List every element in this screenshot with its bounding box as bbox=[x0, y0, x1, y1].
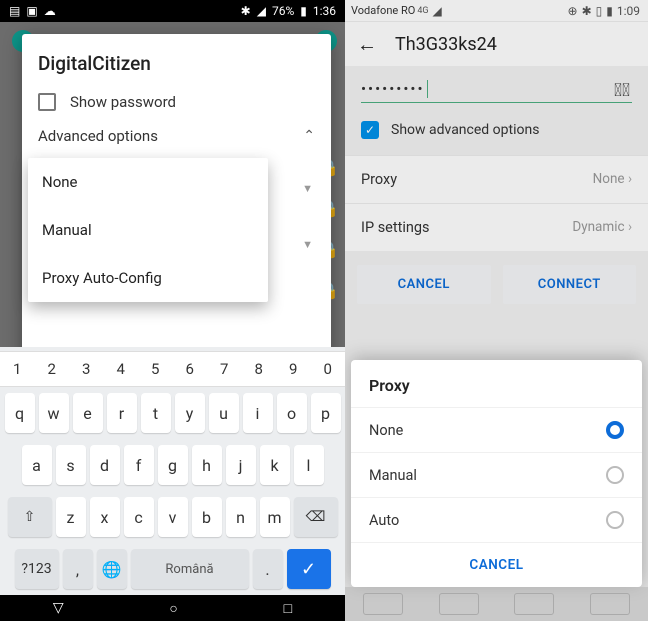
nav-bar[interactable] bbox=[345, 587, 648, 621]
key-9[interactable]: 9 bbox=[276, 352, 311, 386]
shift-key[interactable]: ⇧ bbox=[8, 497, 52, 537]
battery-pct: 76% bbox=[272, 4, 294, 18]
clock: 1:36 bbox=[313, 4, 336, 18]
period-key[interactable]: . bbox=[253, 549, 283, 589]
dropdown-option-pac[interactable]: Proxy Auto-Config bbox=[28, 254, 268, 302]
checkbox-icon[interactable] bbox=[38, 93, 56, 111]
show-password-label: Show password bbox=[70, 93, 176, 111]
dropdown-option-manual[interactable]: Manual bbox=[28, 206, 268, 254]
key-a[interactable]: a bbox=[22, 445, 52, 485]
radio-manual[interactable]: Manual bbox=[351, 452, 642, 497]
dropdown-caret-icon[interactable]: ▼ bbox=[302, 238, 313, 251]
key-q[interactable]: q bbox=[5, 393, 35, 433]
notif-icon: ▤ bbox=[9, 4, 20, 18]
key-l[interactable]: l bbox=[294, 445, 324, 485]
key-k[interactable]: k bbox=[260, 445, 290, 485]
radio-icon[interactable] bbox=[606, 511, 624, 529]
advanced-options-row[interactable]: Advanced options ⌃ bbox=[38, 127, 315, 145]
key-0[interactable]: 0 bbox=[311, 352, 346, 386]
comma-key[interactable]: , bbox=[63, 549, 93, 589]
key-u[interactable]: u bbox=[209, 393, 239, 433]
key-i[interactable]: i bbox=[243, 393, 273, 433]
dialog-title: DigitalCitizen bbox=[38, 52, 315, 75]
signal-icon: ◢ bbox=[257, 4, 266, 18]
proxy-dropdown[interactable]: None Manual Proxy Auto-Config bbox=[28, 158, 268, 302]
key-e[interactable]: e bbox=[73, 393, 103, 433]
backspace-key[interactable]: ⌫ bbox=[294, 497, 338, 537]
recent-nav-icon[interactable]: □ bbox=[284, 600, 292, 617]
key-2[interactable]: 2 bbox=[35, 352, 70, 386]
radio-selected-icon[interactable] bbox=[606, 421, 624, 439]
radio-label: None bbox=[369, 422, 403, 439]
nav-bar[interactable]: ▽ ○ □ bbox=[0, 595, 345, 621]
dropdown-option-none[interactable]: None bbox=[28, 158, 268, 206]
key-b[interactable]: b bbox=[192, 497, 222, 537]
key-g[interactable]: g bbox=[158, 445, 188, 485]
advanced-label: Advanced options bbox=[38, 127, 158, 145]
key-d[interactable]: d bbox=[90, 445, 120, 485]
radio-label: Auto bbox=[369, 512, 399, 529]
key-o[interactable]: o bbox=[277, 393, 307, 433]
number-row[interactable]: 1 2 3 4 5 6 7 8 9 0 bbox=[0, 351, 345, 387]
dropdown-caret-icon[interactable]: ▼ bbox=[302, 182, 313, 195]
key-c[interactable]: c bbox=[124, 497, 154, 537]
symbols-key[interactable]: ?123 bbox=[15, 549, 59, 589]
key-v[interactable]: v bbox=[158, 497, 188, 537]
back-nav-icon[interactable]: ▽ bbox=[53, 600, 64, 616]
key-h[interactable]: h bbox=[192, 445, 222, 485]
key-p[interactable]: p bbox=[311, 393, 341, 433]
radio-label: Manual bbox=[369, 467, 417, 484]
battery-icon: ▮ bbox=[300, 4, 307, 18]
status-bar-left: ▤ ▣ ☁ ✱ ◢ 76% ▮ 1:36 bbox=[0, 0, 345, 22]
chevron-up-icon: ⌃ bbox=[303, 128, 315, 144]
globe-key[interactable]: 🌐 bbox=[97, 549, 127, 589]
key-5[interactable]: 5 bbox=[138, 352, 173, 386]
key-x[interactable]: x bbox=[90, 497, 120, 537]
key-j[interactable]: j bbox=[226, 445, 256, 485]
nav-key[interactable] bbox=[514, 593, 554, 615]
key-m[interactable]: m bbox=[260, 497, 290, 537]
key-r[interactable]: r bbox=[107, 393, 137, 433]
key-f[interactable]: f bbox=[124, 445, 154, 485]
radio-auto[interactable]: Auto bbox=[351, 497, 642, 542]
key-6[interactable]: 6 bbox=[173, 352, 208, 386]
key-z[interactable]: z bbox=[56, 497, 86, 537]
key-y[interactable]: y bbox=[175, 393, 205, 433]
key-1[interactable]: 1 bbox=[0, 352, 35, 386]
key-s[interactable]: s bbox=[56, 445, 86, 485]
cloud-icon: ☁ bbox=[44, 4, 56, 18]
key-n[interactable]: n bbox=[226, 497, 256, 537]
home-nav-icon[interactable]: ○ bbox=[169, 600, 177, 617]
proxy-sheet: Proxy None Manual Auto CANCEL bbox=[351, 360, 642, 587]
key-4[interactable]: 4 bbox=[104, 352, 139, 386]
show-password-row[interactable]: Show password bbox=[38, 93, 315, 111]
sheet-cancel-button[interactable]: CANCEL bbox=[351, 542, 642, 581]
radio-icon[interactable] bbox=[606, 466, 624, 484]
key-8[interactable]: 8 bbox=[242, 352, 277, 386]
nav-key[interactable] bbox=[439, 593, 479, 615]
keyboard[interactable]: 1 2 3 4 5 6 7 8 9 0 q w e r t y u i o p … bbox=[0, 347, 345, 595]
space-key[interactable]: Română bbox=[131, 549, 249, 589]
key-t[interactable]: t bbox=[141, 393, 171, 433]
key-7[interactable]: 7 bbox=[207, 352, 242, 386]
sheet-title: Proxy bbox=[351, 360, 642, 407]
nav-key[interactable] bbox=[590, 593, 630, 615]
nav-key[interactable] bbox=[363, 593, 403, 615]
image-icon: ▣ bbox=[26, 4, 37, 18]
enter-key[interactable]: ✓ bbox=[287, 549, 331, 589]
key-3[interactable]: 3 bbox=[69, 352, 104, 386]
radio-none[interactable]: None bbox=[351, 407, 642, 452]
bluetooth-icon: ✱ bbox=[241, 4, 251, 18]
key-w[interactable]: w bbox=[39, 393, 69, 433]
